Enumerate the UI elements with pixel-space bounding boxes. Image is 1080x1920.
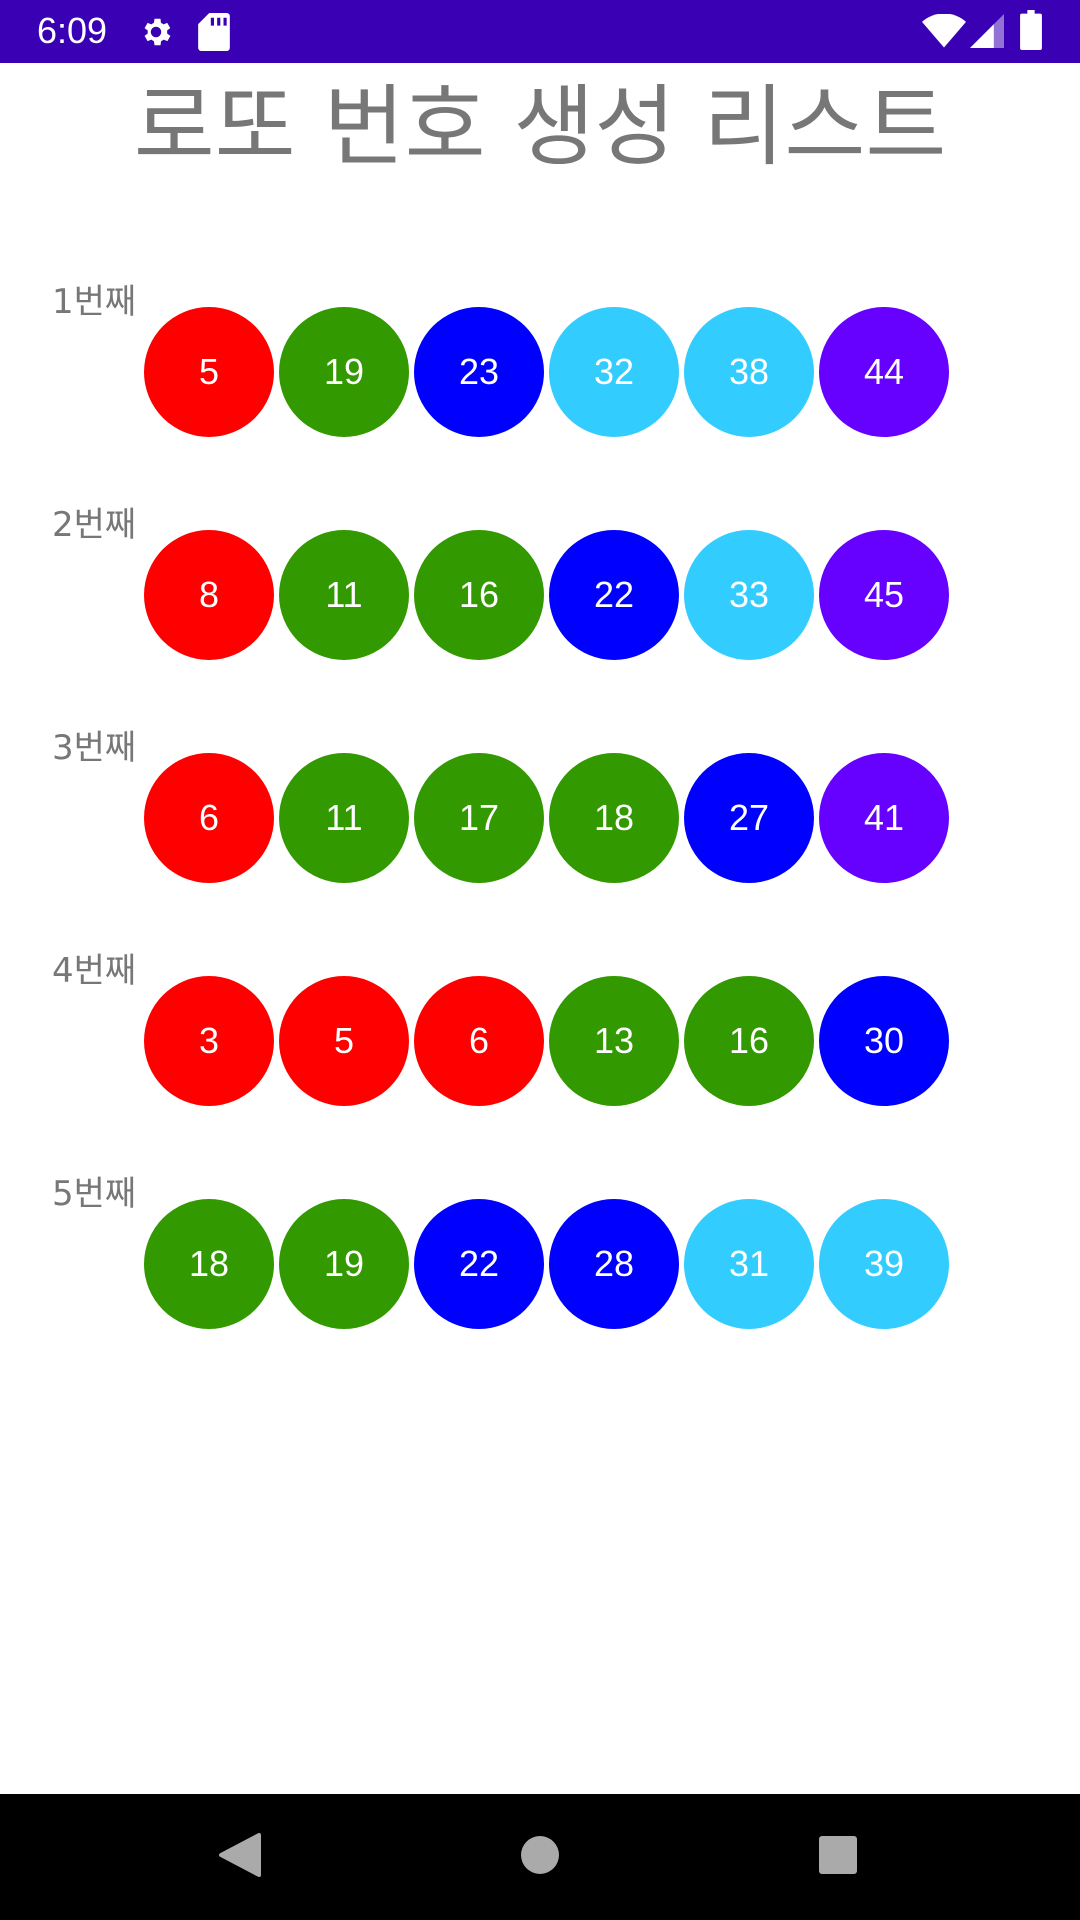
recents-button[interactable] — [778, 1794, 898, 1920]
lotto-row-5: 5번째 18 19 22 28 31 39 — [0, 1172, 1080, 1329]
home-icon — [520, 1835, 560, 1879]
lotto-ball: 28 — [549, 1199, 679, 1329]
lotto-ball: 17 — [414, 753, 544, 883]
lotto-ball: 11 — [279, 753, 409, 883]
lotto-ball: 27 — [684, 753, 814, 883]
row-label: 5번째 — [52, 1174, 137, 1214]
wifi-icon — [922, 13, 966, 52]
lotto-ball: 6 — [144, 753, 274, 883]
signal-icon — [970, 14, 1004, 52]
lotto-ball: 13 — [549, 976, 679, 1106]
lotto-row-3: 3번째 6 11 17 18 27 41 — [0, 726, 1080, 883]
lotto-ball: 19 — [279, 1199, 409, 1329]
lotto-ball: 18 — [144, 1199, 274, 1329]
lotto-ball: 45 — [819, 530, 949, 660]
lotto-ball: 3 — [144, 976, 274, 1106]
home-button[interactable] — [480, 1794, 600, 1920]
gear-icon — [138, 14, 174, 54]
lotto-ball: 44 — [819, 307, 949, 437]
lotto-row-1: 1번째 5 19 23 32 38 44 — [0, 280, 1080, 437]
page-title: 로또 번호 생성 리스트 — [133, 75, 947, 178]
lotto-ball: 31 — [684, 1199, 814, 1329]
navigation-bar — [0, 1794, 1080, 1920]
recents-icon — [818, 1835, 858, 1879]
lotto-ball: 22 — [549, 530, 679, 660]
lotto-ball: 39 — [819, 1199, 949, 1329]
lotto-ball: 16 — [414, 530, 544, 660]
lotto-ball: 22 — [414, 1199, 544, 1329]
lotto-ball: 30 — [819, 976, 949, 1106]
lotto-ball: 33 — [684, 530, 814, 660]
row-label: 2번째 — [52, 505, 137, 545]
lotto-ball: 38 — [684, 307, 814, 437]
lotto-ball: 8 — [144, 530, 274, 660]
lotto-ball: 5 — [144, 307, 274, 437]
lotto-ball: 32 — [549, 307, 679, 437]
lotto-ball: 23 — [414, 307, 544, 437]
lotto-row-4: 4번째 3 5 6 13 16 30 — [0, 949, 1080, 1106]
battery-icon — [1020, 10, 1042, 54]
status-time: 6:09 — [37, 10, 108, 51]
lotto-ball: 19 — [279, 307, 409, 437]
row-label: 4번째 — [52, 951, 137, 991]
back-icon — [217, 1831, 261, 1883]
lotto-ball: 18 — [549, 753, 679, 883]
row-label: 3번째 — [52, 728, 137, 768]
lotto-ball: 16 — [684, 976, 814, 1106]
sd-card-icon — [198, 13, 230, 55]
status-bar: 6:09 — [0, 0, 1080, 63]
lotto-ball: 6 — [414, 976, 544, 1106]
row-label: 1번째 — [52, 282, 137, 322]
lotto-ball: 41 — [819, 753, 949, 883]
lotto-row-2: 2번째 8 11 16 22 33 45 — [0, 503, 1080, 660]
back-button[interactable] — [179, 1794, 299, 1920]
lotto-ball: 5 — [279, 976, 409, 1106]
lotto-ball: 11 — [279, 530, 409, 660]
